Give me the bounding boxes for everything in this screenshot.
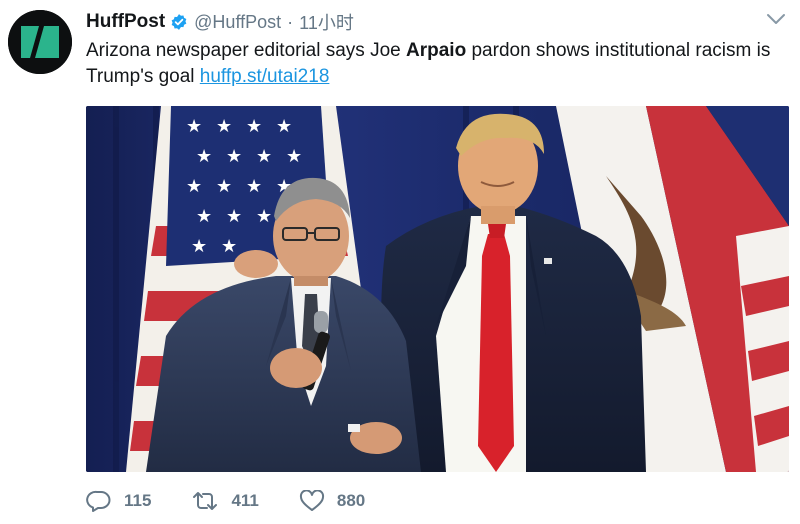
- tweet-text-highlight: Arpaio: [406, 40, 467, 61]
- author-display-name[interactable]: HuffPost: [86, 11, 165, 33]
- like-button[interactable]: 880: [299, 490, 365, 512]
- tweet-link[interactable]: huffp.st/utai218: [200, 66, 330, 87]
- photo-illustration: ★★★★ ★★★★ ★★★★ ★★★★ ★★: [86, 106, 789, 472]
- verified-badge-icon: [170, 13, 188, 31]
- tweet-media-photo[interactable]: ★★★★ ★★★★ ★★★★ ★★★★ ★★: [86, 106, 789, 472]
- tweet-header: HuffPost @HuffPost · 11小时: [86, 10, 354, 34]
- tweet-text-part: Arizona newspaper editorial says Joe: [86, 40, 407, 61]
- svg-text:★: ★: [186, 176, 202, 197]
- tweet-timestamp[interactable]: 11小时: [299, 9, 354, 35]
- reply-icon: [86, 490, 111, 512]
- retweet-icon: [193, 492, 218, 510]
- svg-text:★: ★: [276, 116, 292, 137]
- svg-text:★: ★: [256, 146, 272, 167]
- reply-count: 115: [124, 491, 152, 510]
- avatar[interactable]: [8, 10, 72, 74]
- retweet-count: 411: [231, 491, 259, 510]
- svg-text:★: ★: [226, 146, 242, 167]
- svg-text:★: ★: [196, 146, 212, 167]
- like-count: 880: [336, 491, 366, 510]
- heart-icon: [299, 490, 324, 511]
- author-handle[interactable]: @HuffPost: [194, 12, 281, 33]
- retweet-button[interactable]: 411: [191, 490, 259, 512]
- reply-button[interactable]: 115: [86, 490, 151, 512]
- svg-text:★: ★: [221, 236, 237, 257]
- svg-text:★: ★: [196, 206, 212, 227]
- huffpost-logo-icon: [8, 10, 72, 74]
- svg-text:★: ★: [216, 176, 232, 197]
- svg-text:★: ★: [226, 206, 242, 227]
- chevron-down-icon[interactable]: [766, 12, 786, 31]
- svg-text:★: ★: [216, 116, 232, 137]
- svg-text:★: ★: [256, 206, 272, 227]
- svg-text:★: ★: [246, 116, 262, 137]
- tweet-actions: 115 411 880: [86, 490, 405, 512]
- svg-text:★: ★: [186, 116, 202, 137]
- svg-text:★: ★: [191, 236, 207, 257]
- tweet-text: Arizona newspaper editorial says Joe Arp…: [86, 38, 786, 90]
- svg-text:★: ★: [246, 176, 262, 197]
- svg-text:★: ★: [286, 146, 302, 167]
- meta-separator: ·: [287, 11, 294, 32]
